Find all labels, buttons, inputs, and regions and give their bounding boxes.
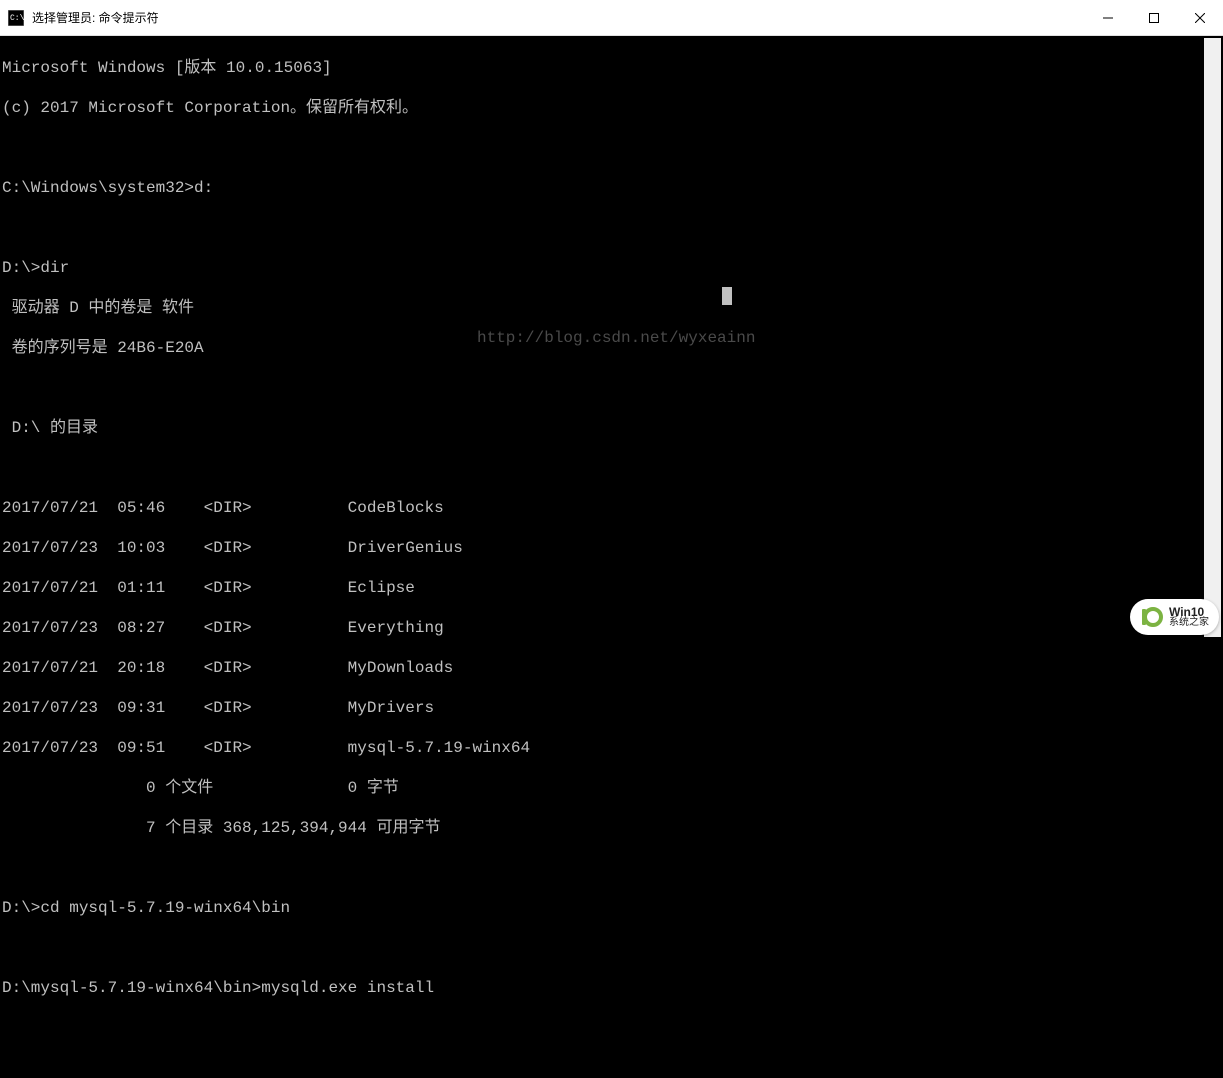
terminal-line: D:\>cd mysql-5.7.19-winx64\bin [2,898,1204,918]
svg-text:C:\: C:\ [10,14,24,23]
terminal-line [2,458,1204,478]
terminal-line: 0 个文件 0 字节 [2,778,1204,798]
terminal-line [2,938,1204,958]
watermark-badge: Win10 系统之家 [1130,599,1219,635]
terminal-line: 7 个目录 368,125,394,944 可用字节 [2,818,1204,838]
terminal-line: 2017/07/23 08:27 <DIR> Everything [2,618,1204,638]
terminal-line: (c) 2017 Microsoft Corporation。保留所有权利。 [2,98,1204,118]
selection-cursor [722,287,732,305]
terminal-line [2,218,1204,238]
terminal-line [2,138,1204,158]
badge-logo-icon [1133,602,1163,632]
terminal-line: C:\Windows\system32>d: [2,178,1204,198]
badge-text-bot: 系统之家 [1169,618,1209,628]
terminal-line: 2017/07/21 05:46 <DIR> CodeBlocks [2,498,1204,518]
terminal-line: 2017/07/23 09:51 <DIR> mysql-5.7.19-winx… [2,738,1204,758]
badge-text: Win10 系统之家 [1169,606,1209,628]
window-title: 选择管理员: 命令提示符 [32,9,1085,26]
cmd-icon: C:\ [8,10,24,26]
vertical-scrollbar[interactable] [1204,38,1221,637]
terminal-content: Microsoft Windows [版本 10.0.15063] (c) 20… [2,38,1204,637]
minimize-button[interactable] [1085,0,1131,35]
terminal-line: 驱动器 D 中的卷是 软件 [2,298,1204,318]
terminal-line: 2017/07/21 20:18 <DIR> MyDownloads [2,658,1204,678]
terminal-line: 2017/07/23 10:03 <DIR> DriverGenius [2,538,1204,558]
terminal-body[interactable]: Microsoft Windows [版本 10.0.15063] (c) 20… [0,36,1223,639]
terminal-line: 2017/07/23 09:31 <DIR> MyDrivers [2,698,1204,718]
terminal-line [2,378,1204,398]
terminal-line [2,858,1204,878]
terminal-line: D:\mysql-5.7.19-winx64\bin>mysqld.exe in… [2,978,1204,998]
watermark-url: http://blog.csdn.net/wyxeainn [477,328,755,348]
window-titlebar: C:\ 选择管理员: 命令提示符 [0,0,1223,36]
close-button[interactable] [1177,0,1223,35]
terminal-line: 2017/07/21 01:11 <DIR> Eclipse [2,578,1204,598]
maximize-button[interactable] [1131,0,1177,35]
window-controls [1085,0,1223,35]
terminal-line: D:\ 的目录 [2,418,1204,438]
terminal-line: D:\>dir [2,258,1204,278]
terminal-line: Microsoft Windows [版本 10.0.15063] [2,58,1204,78]
